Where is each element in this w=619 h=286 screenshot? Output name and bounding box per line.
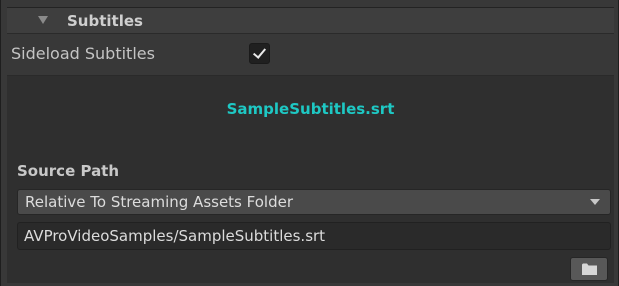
- subtitles-inspector: Subtitles Sideload Subtitles SampleSubti…: [0, 0, 619, 286]
- source-path-label: Source Path: [17, 162, 120, 180]
- sideload-subtitles-row: Sideload Subtitles: [7, 38, 614, 71]
- foldout-title: Subtitles: [67, 12, 143, 30]
- folder-icon: [582, 263, 597, 275]
- subtitle-filename: SampleSubtitles.srt: [226, 100, 395, 118]
- sideload-subtitles-label: Sideload Subtitles: [11, 44, 155, 63]
- foldout-arrow-icon[interactable]: [38, 16, 48, 24]
- source-path-dropdown[interactable]: Relative To Streaming Assets Folder: [17, 189, 611, 215]
- checkmark-icon: [252, 45, 267, 59]
- subtitle-path-value: AVProVideoSamples/SampleSubtitles.srt: [24, 227, 326, 245]
- sideload-subtitles-checkbox[interactable]: [249, 43, 270, 64]
- dropdown-arrow-icon: [590, 199, 600, 205]
- subtitles-settings-panel: SampleSubtitles.srt Source Path Relative…: [7, 75, 614, 283]
- browse-folder-button[interactable]: [570, 257, 608, 281]
- subtitles-foldout-header[interactable]: Subtitles: [7, 7, 614, 34]
- source-path-dropdown-value: Relative To Streaming Assets Folder: [25, 193, 293, 211]
- subtitle-path-input[interactable]: AVProVideoSamples/SampleSubtitles.srt: [17, 222, 611, 250]
